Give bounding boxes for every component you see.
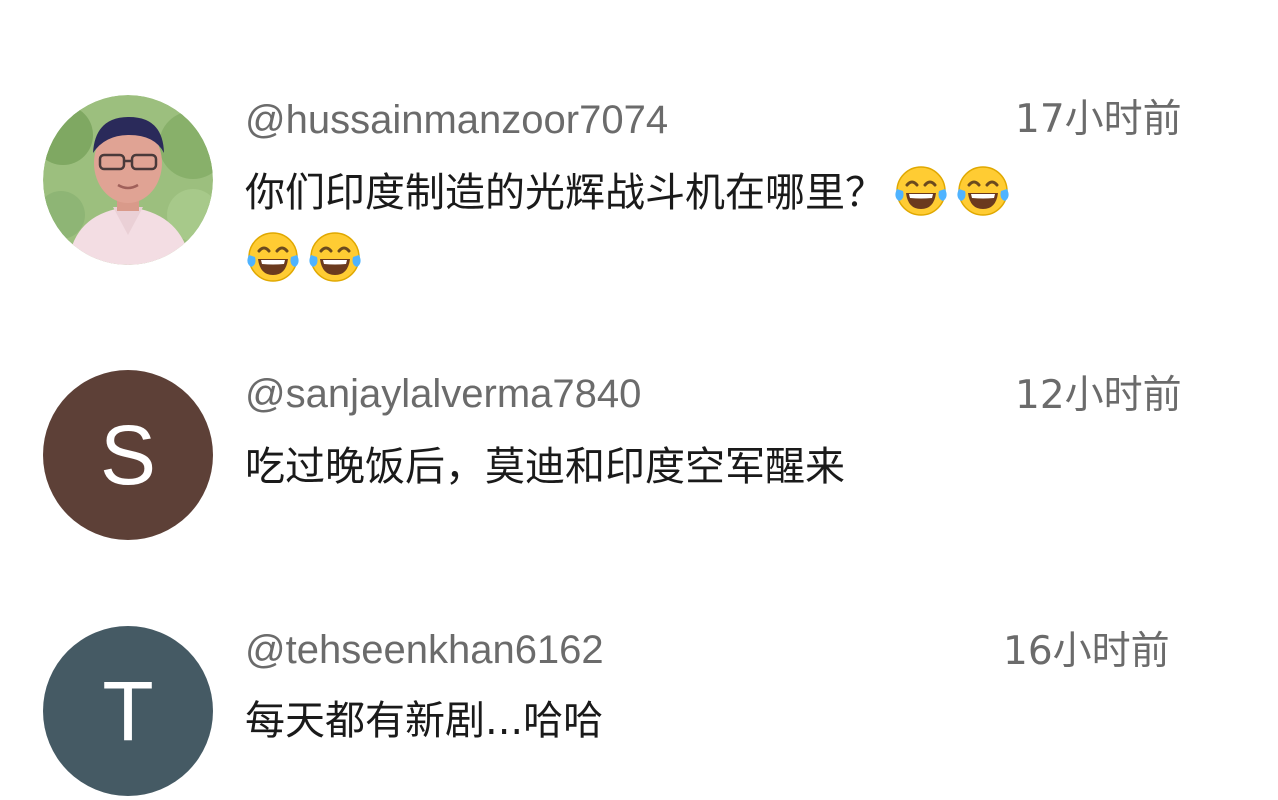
comment-text: 每天都有新剧...哈哈 (245, 698, 604, 744)
comment-item: T @tehseenkhan6162 16小时前 每天都有新剧...哈哈 (0, 0, 1278, 800)
avatar[interactable]: T (43, 626, 213, 796)
avatar-letter: T (102, 664, 154, 758)
comment-list: @hussainmanzoor7074 17小时前 你们印度制造的光辉战斗机在哪… (0, 0, 1278, 800)
comment-username[interactable]: @tehseenkhan6162 (245, 630, 604, 670)
comment-timestamp: 16小时前 (1003, 629, 1170, 674)
